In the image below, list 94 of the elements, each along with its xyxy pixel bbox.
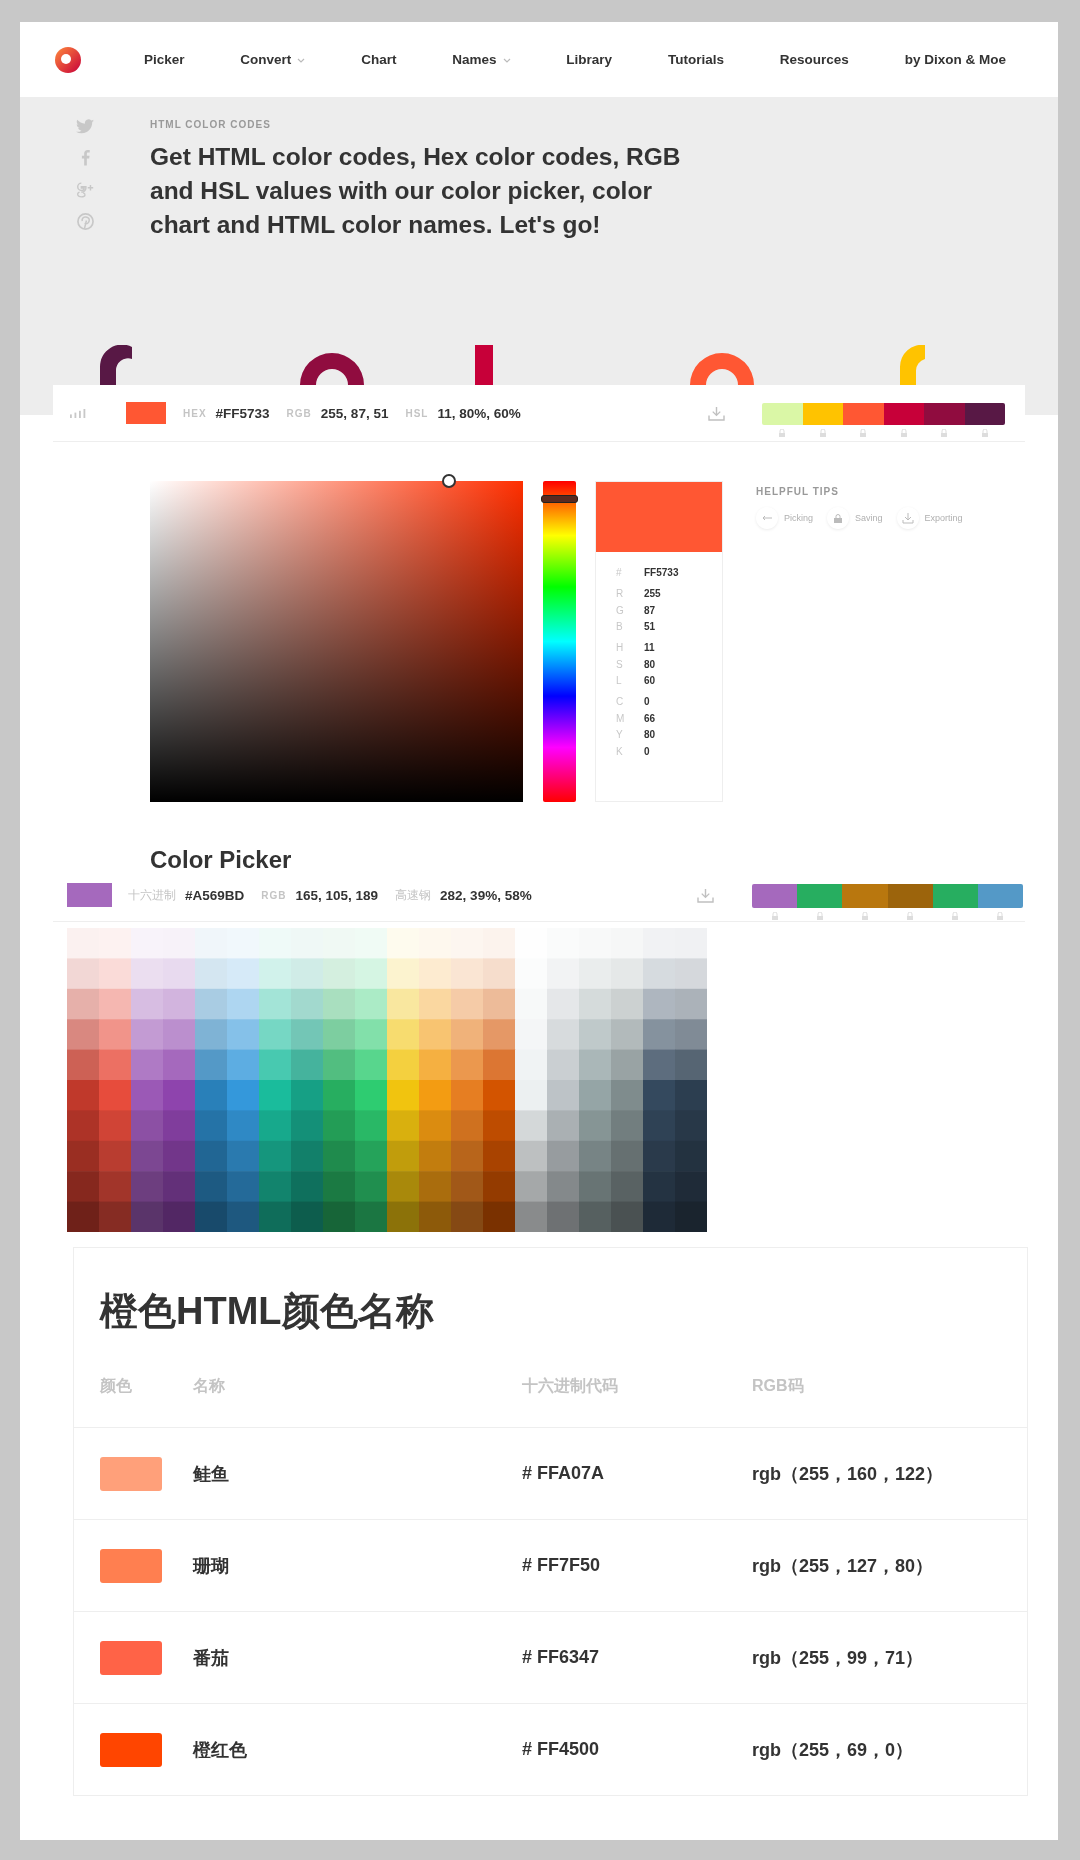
palette-color[interactable] [802, 403, 843, 425]
hsl-value: 282, 39%, 58% [440, 887, 532, 903]
palette-color[interactable] [964, 403, 1005, 425]
hero-headline: Get HTML color codes, Hex color codes, RGB and HSL values with our color picker, color chart and HTML color names. Let's go! [150, 142, 682, 240]
color-name: 鲑鱼 [193, 1462, 230, 1486]
column-header: RGB码 [752, 1376, 805, 1396]
lock-icon[interactable] [859, 429, 868, 437]
download-icon[interactable] [896, 507, 919, 529]
value-number: 80 [644, 728, 656, 741]
hex-code: # FF4500 [522, 1739, 601, 1760]
hue-slider[interactable] [543, 481, 576, 802]
lock-icon[interactable] [940, 429, 949, 437]
column-header: 十六进制代码 [522, 1376, 619, 1396]
download-icon[interactable] [697, 887, 714, 903]
pinterest-icon[interactable] [76, 213, 94, 230]
value-number: 66 [644, 711, 656, 725]
nav-link[interactable]: Convert [240, 52, 306, 67]
nav-link[interactable]: Resources [779, 52, 849, 67]
column-header: 名称 [193, 1376, 226, 1396]
hue-slider-thumb[interactable] [541, 494, 578, 503]
value-number: 11 [644, 641, 655, 654]
value-number: 51 [644, 620, 656, 633]
rgb-code: rgb（255，160，122） [752, 1462, 945, 1486]
nav-link[interactable]: Picker [144, 52, 185, 67]
logo-icon[interactable] [54, 45, 82, 74]
value-number: 80 [644, 657, 656, 671]
rgb-value: 165, 105, 189 [295, 887, 379, 903]
bar-chart-icon[interactable] [70, 408, 88, 418]
value-number: 0 [644, 695, 650, 708]
google-plus-icon[interactable] [75, 181, 95, 198]
tip-label: Exporting [924, 513, 963, 523]
section-title: Color Picker [150, 845, 293, 875]
lock-icon[interactable] [770, 912, 779, 920]
bird-icon[interactable] [76, 119, 94, 134]
caret-icon[interactable] [297, 57, 306, 63]
rgb-code: rgb（255，127，80） [752, 1554, 935, 1578]
rgb-code: rgb（255，99，71） [752, 1646, 925, 1670]
value-number: 87 [644, 603, 656, 617]
color-name: 番茄 [193, 1646, 230, 1670]
lock-icon[interactable] [827, 507, 849, 529]
download-icon[interactable] [708, 405, 725, 421]
palette-color[interactable] [924, 403, 965, 425]
color-name: 珊瑚 [193, 1554, 230, 1578]
column-header: 颜色 [100, 1376, 133, 1396]
lock-icon[interactable] [778, 429, 787, 437]
palette-color[interactable] [762, 403, 803, 425]
palette-color[interactable] [843, 403, 884, 425]
lock-icon[interactable] [906, 912, 915, 920]
hex-code: # FF7F50 [522, 1555, 602, 1576]
palette-color[interactable] [977, 884, 1023, 908]
caret-icon[interactable] [502, 57, 511, 63]
rgb-label: RGB [261, 889, 287, 901]
lock-icon[interactable] [980, 429, 989, 437]
section-eyebrow: HTML COLOR CODES [150, 119, 272, 130]
value-number: 0 [644, 744, 650, 758]
color-name: 橙红色 [193, 1738, 248, 1762]
palette-color[interactable] [797, 884, 843, 908]
lock-icon[interactable] [951, 912, 960, 920]
hex-value: #FF5733 [215, 405, 270, 421]
palette-color[interactable] [842, 884, 888, 908]
rgb-label: RGB [286, 407, 312, 419]
tip-label: Picking [784, 513, 813, 523]
rgb-value: 255, 87, 51 [320, 405, 389, 421]
palette-color[interactable] [932, 884, 978, 908]
palette-color[interactable] [883, 403, 924, 425]
lock-icon[interactable] [860, 912, 869, 920]
nav-link[interactable]: Names [452, 52, 511, 67]
picker-cursor[interactable] [442, 474, 457, 488]
table-title: 橙色HTML颜色名称 [98, 1289, 435, 1334]
lock-icon[interactable] [899, 429, 908, 437]
hsl-label: HSL [405, 407, 429, 419]
nav-link[interactable]: Tutorials [667, 52, 724, 67]
byline-link[interactable]: by Dixon & Moe [904, 52, 1006, 67]
nav-link[interactable]: Library [566, 52, 613, 67]
lock-icon[interactable] [818, 429, 827, 437]
value-number: FF5733 [644, 566, 679, 579]
color-chart-drawing[interactable] [67, 928, 707, 1232]
lock-icon[interactable] [996, 912, 1005, 920]
hsl-value: 11, 80%, 60% [437, 405, 521, 421]
palette-color[interactable] [752, 884, 798, 908]
hex-code: # FF6347 [522, 1647, 601, 1668]
tips-title: HELPFUL TIPS [756, 486, 840, 497]
tip-label: Saving [855, 513, 883, 523]
nav-link[interactable]: Chart [361, 52, 397, 67]
hex-value: #A569BD [185, 887, 245, 903]
hex-label: HEX [183, 407, 207, 419]
palette-color[interactable] [887, 884, 933, 908]
facebook-icon[interactable] [80, 149, 90, 166]
rgb-code: rgb（255，69，0） [752, 1738, 915, 1762]
value-number: 60 [644, 674, 656, 687]
lock-icon[interactable] [815, 912, 824, 920]
hex-code: # FFA07A [522, 1463, 606, 1484]
value-label: # [616, 566, 623, 579]
value-number: 255 [644, 587, 661, 600]
